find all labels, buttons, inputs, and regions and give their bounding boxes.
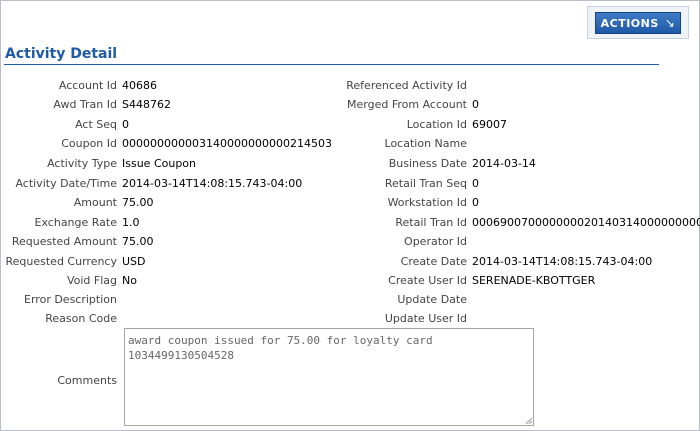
title-divider [4, 64, 659, 65]
label-create-user-id: Create User Id [388, 274, 467, 287]
value-activity-datetime: 2014-03-14T14:08:15.743-04:00 [122, 177, 303, 190]
label-exchange-rate: Exchange Rate [34, 216, 117, 229]
value-business-date: 2014-03-14 [472, 157, 536, 170]
label-activity-datetime: Activity Date/Time [15, 177, 117, 190]
value-create-user-id: SERENADE-KBOTTGER [472, 274, 596, 287]
label-requested-amount: Requested Amount [11, 235, 117, 248]
label-update-date: Update Date [397, 293, 467, 306]
label-coupon-id: Coupon Id [61, 137, 117, 150]
label-void-flag: Void Flag [66, 274, 117, 287]
label-error-description: Error Description [24, 293, 117, 306]
value-void-flag: No [122, 274, 137, 287]
value-retail-tran-seq: 0 [472, 177, 479, 190]
actions-button[interactable]: ACTIONS ↘ [595, 12, 681, 34]
label-merged-from-account: Merged From Account [347, 98, 467, 111]
label-reason-code: Reason Code [45, 312, 117, 325]
comments-textarea[interactable]: award coupon issued for 75.00 for loyalt… [124, 328, 534, 426]
value-amount: 75.00 [122, 196, 154, 209]
value-activity-type: Issue Coupon [122, 157, 197, 170]
label-create-date: Create Date [400, 255, 467, 268]
page-title: Activity Detail [5, 46, 118, 62]
value-requested-currency: USD [122, 255, 146, 268]
arrow-down-right-icon: ↘ [664, 16, 676, 30]
value-coupon-id: 000000000003140000000000214503 [122, 137, 332, 150]
value-create-date: 2014-03-14T14:08:15.743-04:00 [472, 255, 653, 268]
value-retail-tran-id: 000690070000000020140314000000000 [472, 216, 700, 229]
value-account-id: 40686 [122, 79, 157, 92]
value-exchange-rate: 1.0 [122, 216, 140, 229]
value-workstation-id: 0 [472, 196, 479, 209]
value-merged-from-account: 0 [472, 98, 479, 111]
label-update-user-id: Update User Id [384, 312, 467, 325]
label-referenced-activity-id: Referenced Activity Id [346, 79, 467, 92]
value-awd-tran-id: S448762 [122, 98, 171, 111]
actions-button-label: ACTIONS [600, 16, 659, 30]
label-retail-tran-seq: Retail Tran Seq [384, 177, 467, 190]
label-operator-id: Operator Id [404, 235, 467, 248]
label-comments: Comments [57, 374, 117, 387]
label-business-date: Business Date [388, 157, 467, 170]
label-awd-tran-id: Awd Tran Id [53, 98, 117, 111]
label-retail-tran-id: Retail Tran Id [395, 216, 467, 229]
resize-grip-icon[interactable] [524, 416, 533, 425]
label-workstation-id: Workstation Id [387, 196, 467, 209]
label-requested-currency: Requested Currency [5, 255, 118, 268]
value-requested-amount: 75.00 [122, 235, 154, 248]
label-account-id: Account Id [58, 79, 117, 92]
label-amount: Amount [73, 196, 117, 209]
label-activity-type: Activity Type [47, 157, 117, 170]
actions-toolbar: ACTIONS ↘ [587, 6, 689, 39]
label-location-name: Location Name [384, 137, 467, 150]
label-location-id: Location Id [406, 118, 467, 131]
value-act-seq: 0 [122, 118, 129, 131]
label-act-seq: Act Seq [75, 118, 117, 131]
value-location-id: 69007 [472, 118, 507, 131]
